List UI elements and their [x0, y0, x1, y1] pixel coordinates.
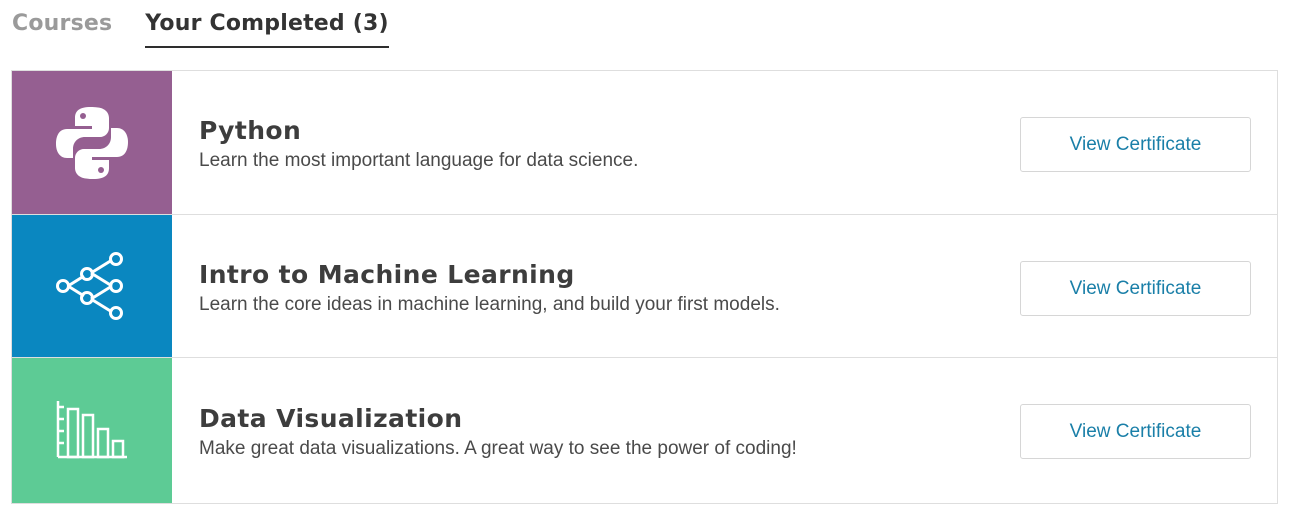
bar-chart-icon: [55, 399, 129, 463]
neural-network-icon: [54, 251, 130, 321]
course-info: Intro to Machine Learning Learn the core…: [199, 259, 780, 317]
list-item: Intro to Machine Learning Learn the core…: [12, 214, 1277, 357]
view-certificate-button[interactable]: View Certificate: [1020, 261, 1251, 316]
tab-bar: Courses Your Completed (3): [12, 0, 389, 50]
list-item: Python Learn the most important language…: [12, 71, 1277, 214]
course-info: Python Learn the most important language…: [199, 115, 638, 173]
course-info: Data Visualization Make great data visua…: [199, 403, 797, 461]
view-certificate-button[interactable]: View Certificate: [1020, 117, 1251, 172]
course-title[interactable]: Intro to Machine Learning: [199, 259, 780, 291]
view-certificate-button[interactable]: View Certificate: [1020, 404, 1251, 459]
course-thumbnail: [12, 215, 172, 357]
completed-course-list: Python Learn the most important language…: [11, 70, 1278, 504]
course-description: Learn the core ideas in machine learning…: [199, 294, 780, 315]
tab-your-completed[interactable]: Your Completed (3): [145, 0, 389, 48]
course-title[interactable]: Data Visualization: [199, 403, 797, 435]
course-thumbnail: [12, 71, 172, 214]
list-item: Data Visualization Make great data visua…: [12, 357, 1277, 503]
python-icon: [55, 106, 129, 180]
course-title[interactable]: Python: [199, 115, 638, 147]
course-description: Make great data visualizations. A great …: [199, 438, 797, 459]
course-thumbnail: [12, 358, 172, 503]
course-description: Learn the most important language for da…: [199, 150, 639, 171]
tab-courses[interactable]: Courses: [12, 0, 112, 48]
